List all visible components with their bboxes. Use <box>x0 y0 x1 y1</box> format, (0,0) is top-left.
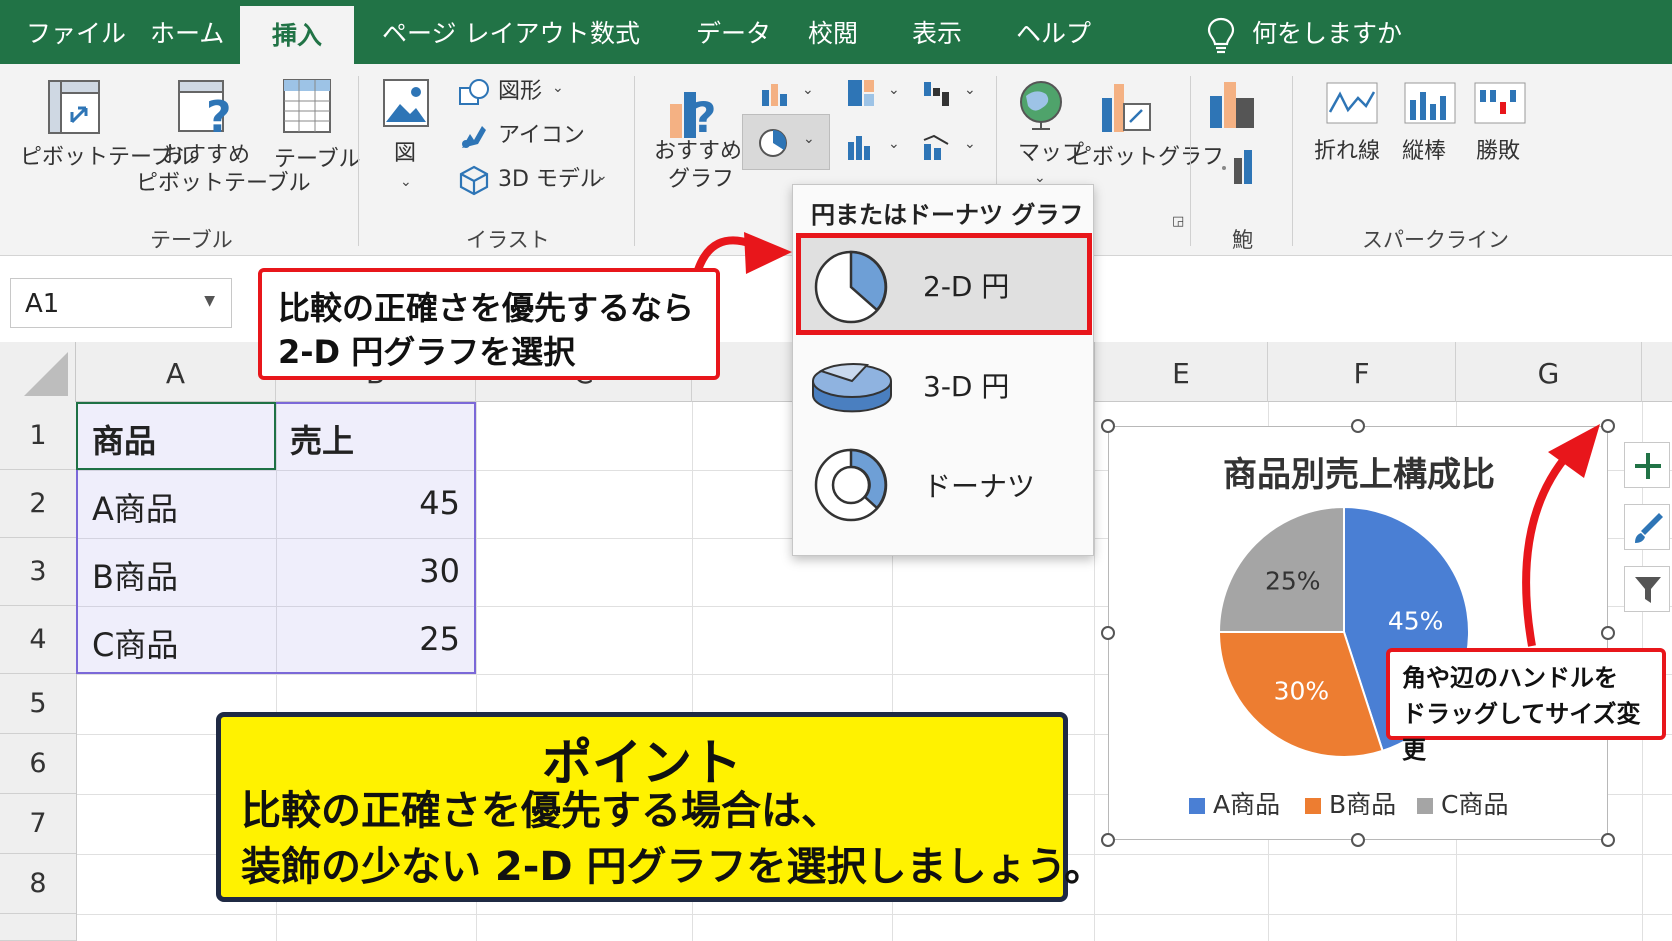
arrow-head <box>744 232 792 274</box>
callout-choose-2d-pie: 比較の正確さを優先するなら 2-D 円グラフを選択 <box>258 268 720 380</box>
callout2-line2: ドラッグしてサイズ変更 <box>1402 700 1641 764</box>
point-body: 比較の正確さを優先する場合は、 装飾の少ない 2-D 円グラフを選択しましょう。 <box>241 783 1104 895</box>
arrow-to-resize-handle <box>1522 449 1574 647</box>
excel-window: ファイル ホーム 挿入 ページ レイアウト 数式 データ 校閲 表示 ヘルプ 何… <box>0 0 1672 941</box>
callout1-line1: 比較の正確さを優先するなら <box>278 289 695 327</box>
point-box: ポイント 比較の正確さを優先する場合は、 装飾の少ない 2-D 円グラフを選択し… <box>216 712 1104 902</box>
callout-resize-handle: 角や辺のハンドルを ドラッグしてサイズ変更 <box>1386 648 1666 764</box>
callout2-line1: 角や辺のハンドルを <box>1402 664 1618 692</box>
point-line2: 装飾の少ない 2-D 円グラフを選択しましょう。 <box>241 844 1105 890</box>
arrow-to-2d-pie <box>694 236 754 272</box>
point-line1: 比較の正確さを優先する場合は、 <box>241 788 841 834</box>
callout1-line2: 2-D 円グラフを選択 <box>278 333 576 371</box>
